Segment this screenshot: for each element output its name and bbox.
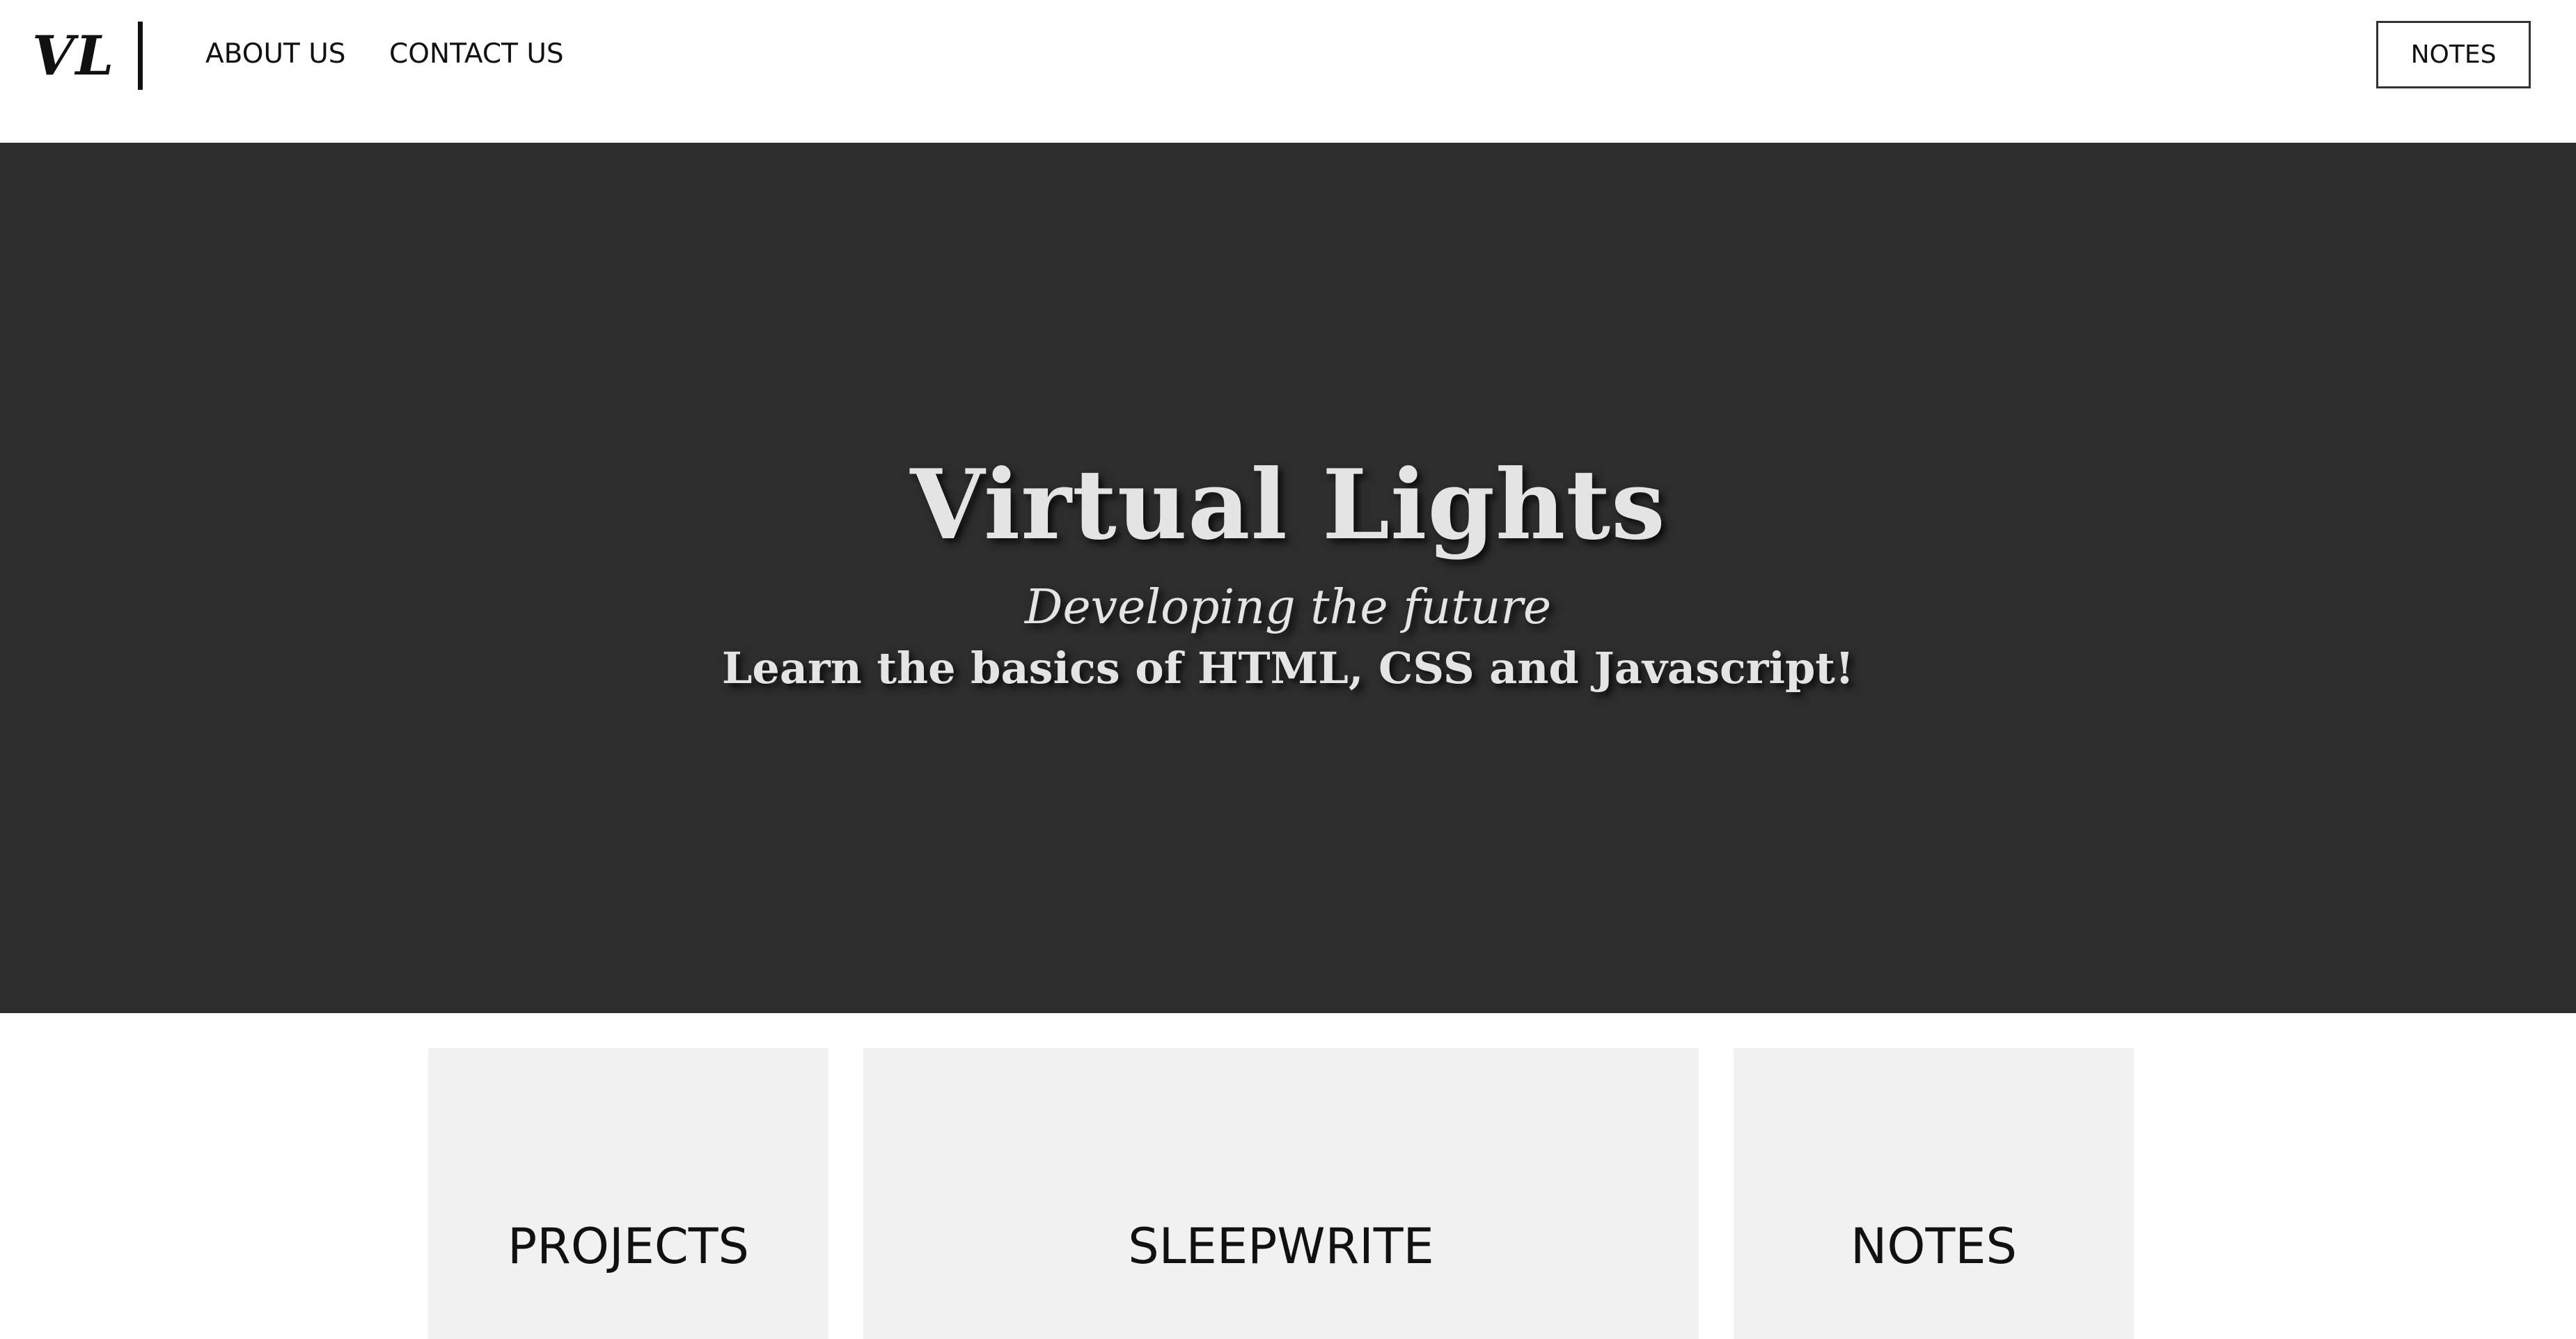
- hero-subtitle: Learn the basics of HTML, CSS and Javasc…: [721, 643, 1855, 694]
- nav-link-contact-us[interactable]: CONTACT US: [389, 32, 564, 77]
- card-notes-label: NOTES: [1851, 1218, 2017, 1275]
- card-projects[interactable]: PROJECTS: [428, 1048, 828, 1339]
- top-nav: VL ABOUT US CONTACT US NOTES: [0, 0, 2576, 143]
- site-logo[interactable]: VL: [32, 19, 115, 93]
- logo-divider: [138, 22, 143, 90]
- hero-banner: Virtual Lights Developing the future Lea…: [0, 143, 2576, 1013]
- hero-title: Virtual Lights: [910, 448, 1666, 561]
- card-projects-label: PROJECTS: [508, 1218, 749, 1275]
- card-sleepwrite-label: SLEEPWRITE: [1128, 1218, 1434, 1275]
- nav-link-about-us[interactable]: ABOUT US: [205, 32, 346, 77]
- notes-button[interactable]: NOTES: [2376, 21, 2531, 88]
- card-sleepwrite[interactable]: SLEEPWRITE: [863, 1048, 1699, 1339]
- card-notes[interactable]: NOTES: [1734, 1048, 2134, 1339]
- hero-tagline: Developing the future: [1024, 580, 1552, 635]
